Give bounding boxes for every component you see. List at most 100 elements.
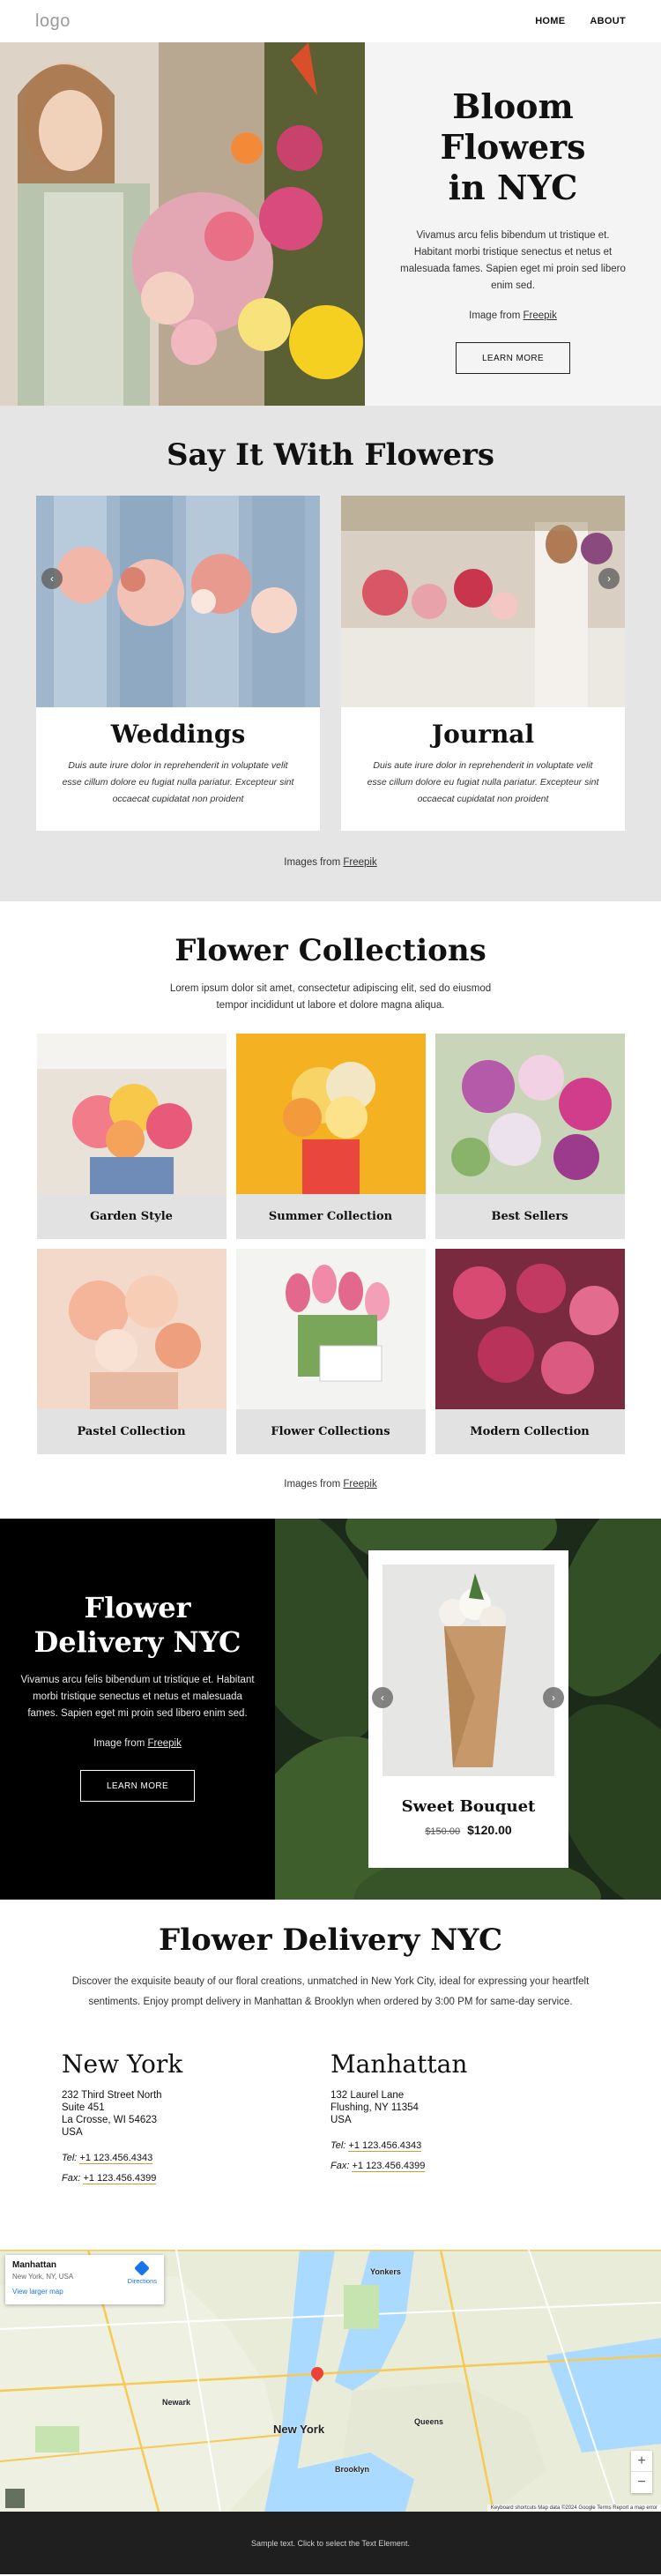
tel-row: Tel: +1 123.456.4343 <box>62 2149 330 2168</box>
collection-tile[interactable]: Modern Collection <box>434 1249 625 1454</box>
zoom-in-button[interactable]: + <box>631 2451 652 2472</box>
map-label: Yonkers <box>370 2267 401 2276</box>
section-title: Flower Collections <box>175 933 486 968</box>
delivery-description: Vivamus arcu felis bibendum ut tristique… <box>20 1675 255 1719</box>
tel-label: Tel: <box>330 2140 346 2151</box>
collection-image <box>235 1249 426 1409</box>
delivery-info-section: Flower Delivery NYC Discover the exquisi… <box>0 1900 661 2250</box>
collection-label: Best Sellers <box>434 1194 625 1239</box>
section-title: Flower Delivery NYC <box>158 1923 503 1958</box>
freepik-link[interactable]: Freepik <box>148 1738 182 1749</box>
nav-home-link[interactable]: HOME <box>535 16 565 26</box>
hero-image-credit: Image from Freepik <box>469 310 557 321</box>
fax-link[interactable]: +1 123.456.4399 <box>352 2161 426 2172</box>
address-block: 132 Laurel Lane Flushing, NY 11354 USA <box>330 2089 599 2126</box>
collection-label: Summer Collection <box>235 1194 426 1239</box>
map-attribution[interactable]: Keyboard shortcuts Map data ©2024 Google… <box>486 2505 661 2512</box>
collection-image-art <box>235 1249 426 1409</box>
collections-image-credit: Images from Freepik <box>0 1479 661 1490</box>
address-line: La Crosse, WI 54623 <box>62 2115 158 2125</box>
hero-section: Bloom Flowers in NYC Vivamus arcu felis … <box>0 42 661 406</box>
card-title: Journal <box>431 720 535 749</box>
card-text: Duis aute irure dolor in reprehenderit i… <box>367 760 599 804</box>
logo[interactable]: logo <box>35 11 71 32</box>
address-line: Suite 451 <box>62 2102 105 2113</box>
collection-image <box>36 1249 227 1409</box>
collection-tile[interactable]: Best Sellers <box>434 1034 625 1239</box>
product-prev-button[interactable]: ‹ <box>372 1687 393 1708</box>
footer-text: Sample text. Click to select the Text El… <box>251 2538 410 2548</box>
hero-image-art <box>0 42 365 406</box>
collection-label: Pastel Collection <box>36 1409 227 1454</box>
product-image <box>382 1564 554 1776</box>
tel-link[interactable]: +1 123.456.4343 <box>348 2140 422 2152</box>
slider-next-button[interactable]: › <box>598 568 620 589</box>
address-line: USA <box>330 2115 352 2125</box>
view-larger-map-link[interactable]: View larger map <box>12 2288 157 2296</box>
collection-image-art <box>36 1034 227 1194</box>
fax-row: Fax: +1 123.456.4399 <box>330 2157 599 2176</box>
collection-image-art <box>36 1249 227 1409</box>
site-footer: Sample text. Click to select the Text El… <box>0 2512 661 2574</box>
hero-title-line: Bloom <box>452 86 574 126</box>
fax-row: Fax: +1 123.456.4399 <box>62 2169 330 2188</box>
tel-label: Tel: <box>62 2153 78 2163</box>
collection-tile[interactable]: Summer Collection <box>235 1034 426 1239</box>
product-card[interactable]: Sweet Bouquet $150.00 $120.00 <box>368 1550 568 1868</box>
credit-prefix: Image from <box>93 1738 145 1749</box>
slider-prev-button[interactable]: ‹ <box>41 568 63 589</box>
delivery-info-text: Discover the exquisite beauty of our flo… <box>71 1976 590 2007</box>
collection-image-art <box>235 1034 426 1194</box>
directions-button[interactable]: Directions <box>128 2260 157 2285</box>
freepik-link[interactable]: Freepik <box>343 1479 376 1490</box>
delivery-promo-section: Flower Delivery NYC Vivamus arcu felis b… <box>0 1519 661 1900</box>
pegman-icon[interactable] <box>5 2489 25 2508</box>
locations: New York 232 Third Street North Suite 45… <box>0 2050 661 2188</box>
google-map[interactable]: Newark New York Brooklyn Queens Yonkers … <box>0 2250 661 2512</box>
product-next-button[interactable]: › <box>543 1687 564 1708</box>
nav-about-link[interactable]: ABOUT <box>590 16 626 26</box>
learn-more-button[interactable]: LEARN MORE <box>456 342 570 374</box>
hero-florist-image <box>0 42 365 406</box>
collection-label: Garden Style <box>36 1194 227 1239</box>
credit-prefix: Images from <box>284 1479 341 1490</box>
freepik-link[interactable]: Freepik <box>343 857 376 868</box>
address-line: Flushing, NY 11354 <box>330 2102 419 2113</box>
say-it-with-flowers-section: Say It With Flowers Weddings Duis aute i… <box>0 406 661 901</box>
directions-label: Directions <box>127 2277 157 2285</box>
collection-image <box>36 1034 227 1194</box>
collection-image-art <box>434 1249 625 1409</box>
collection-image <box>235 1034 426 1194</box>
weddings-image <box>36 496 320 707</box>
collection-tile[interactable]: Garden Style <box>36 1034 227 1239</box>
address-block: 232 Third Street North Suite 451 La Cros… <box>62 2089 330 2139</box>
collection-label: Modern Collection <box>434 1409 625 1454</box>
flower-collections-section: Flower Collections Lorem ipsum dolor sit… <box>0 901 661 1519</box>
say-image-credit: Images from Freepik <box>0 857 661 868</box>
card-journal[interactable]: Journal Duis aute irure dolor in reprehe… <box>341 496 625 831</box>
card-title: Weddings <box>110 720 246 749</box>
location-manhattan: Manhattan 132 Laurel Lane Flushing, NY 1… <box>330 2050 599 2188</box>
product-slider: Sweet Bouquet $150.00 $120.00 ‹ › <box>275 1519 661 1900</box>
journal-image-art <box>341 496 625 707</box>
weddings-image-art <box>36 496 320 707</box>
collection-label: Flower Collections <box>235 1409 426 1454</box>
map-label: Brooklyn <box>335 2465 370 2474</box>
address-line: USA <box>62 2127 83 2138</box>
card-text: Duis aute irure dolor in reprehenderit i… <box>62 760 294 804</box>
card-weddings[interactable]: Weddings Duis aute irure dolor in repreh… <box>36 496 320 831</box>
freepik-link[interactable]: Freepik <box>524 310 557 321</box>
fax-link[interactable]: +1 123.456.4399 <box>83 2173 157 2184</box>
cards-slider: Weddings Duis aute irure dolor in repreh… <box>0 496 661 831</box>
credit-prefix: Images from <box>284 857 341 868</box>
collection-image <box>434 1034 625 1194</box>
location-name: Manhattan <box>330 2050 468 2079</box>
delivery-title-line: Delivery NYC <box>33 1625 241 1659</box>
zoom-out-button[interactable]: − <box>631 2472 652 2493</box>
learn-more-button[interactable]: LEARN MORE <box>80 1770 195 1802</box>
delivery-text-panel: Flower Delivery NYC Vivamus arcu felis b… <box>0 1519 275 1900</box>
tel-link[interactable]: +1 123.456.4343 <box>79 2153 153 2164</box>
collection-tile[interactable]: Pastel Collection <box>36 1249 227 1454</box>
delivery-title: Flower Delivery NYC <box>34 1591 241 1660</box>
collection-tile[interactable]: Flower Collections <box>235 1249 426 1454</box>
